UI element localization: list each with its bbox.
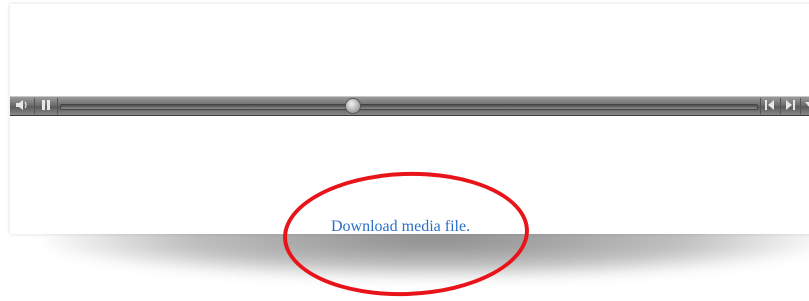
seek-thumb[interactable] <box>345 98 362 114</box>
media-player-controls <box>10 96 809 116</box>
speaker-icon[interactable] <box>12 98 32 114</box>
seek-track[interactable] <box>60 104 758 110</box>
chevron-down-icon[interactable] <box>800 98 809 114</box>
skip-forward-icon[interactable] <box>780 98 799 114</box>
screenshot-stage: Download media file. <box>0 0 809 301</box>
pause-icon[interactable] <box>34 98 58 114</box>
skip-back-icon[interactable] <box>760 98 779 114</box>
